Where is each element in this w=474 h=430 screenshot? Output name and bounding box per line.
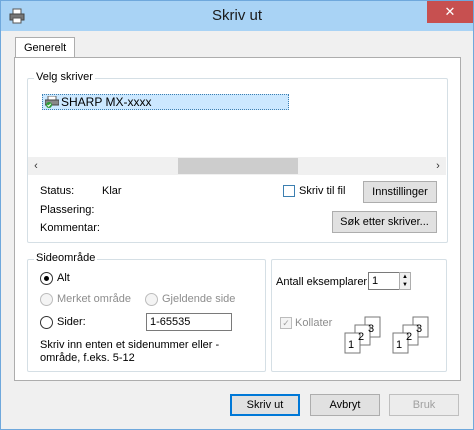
status-value: Klar	[102, 185, 122, 197]
title-bar[interactable]: Skriv ut ✕	[1, 1, 473, 31]
collate-number: 2	[406, 331, 412, 343]
find-printer-button[interactable]: Søk etter skriver...	[332, 211, 437, 233]
collate-number: 2	[358, 331, 364, 343]
scroll-right-button[interactable]: ›	[430, 158, 446, 174]
page-range-legend: Sideområde	[34, 252, 98, 264]
spin-down-icon[interactable]: ▼	[400, 281, 410, 289]
printer-icon	[45, 96, 59, 108]
pages-radio[interactable]	[40, 316, 53, 329]
all-pages-radio[interactable]	[40, 272, 53, 285]
spin-up-icon[interactable]: ▲	[400, 273, 410, 281]
print-to-file-label[interactable]: Skriv til fil	[299, 185, 345, 197]
window-title: Skriv ut	[211, 7, 262, 24]
page-range-hint: Skriv inn enten et sidenummer eller -omr…	[40, 339, 220, 364]
print-to-file-checkbox[interactable]	[283, 185, 295, 197]
location-label: Plassering:	[40, 204, 95, 216]
collate-number: 3	[416, 323, 422, 335]
current-page-radio	[145, 293, 158, 306]
apply-button: Bruk	[389, 394, 459, 416]
pages-label[interactable]: Sider:	[57, 316, 86, 328]
printer-list-scrollbar[interactable]: ‹ ›	[28, 157, 446, 175]
collate-checkbox: ✓	[280, 317, 292, 329]
scroll-thumb[interactable]	[178, 158, 298, 174]
pages-input[interactable]: 1-65535	[146, 313, 232, 331]
current-page-label: Gjeldende side	[162, 293, 236, 305]
collate-number: 1	[348, 339, 354, 351]
scroll-left-button[interactable]: ‹	[28, 158, 44, 174]
select-printer-legend: Velg skriver	[34, 71, 95, 83]
printer-item-sharp[interactable]: SHARP MX-xxxx	[42, 94, 289, 110]
print-button[interactable]: Skriv ut	[230, 394, 300, 416]
copies-spinner[interactable]: ▲ ▼	[399, 272, 411, 290]
comment-label: Kommentar:	[40, 222, 100, 234]
collate-number: 3	[368, 323, 374, 335]
printer-name: SHARP MX-xxxx	[61, 95, 152, 109]
collate-illustration-icon: 1 2 3 1 2 3	[344, 316, 429, 354]
copies-input[interactable]: 1	[368, 272, 400, 290]
status-label: Status:	[40, 185, 75, 197]
close-button[interactable]: ✕	[427, 1, 473, 23]
tab-general[interactable]: Generelt	[15, 37, 75, 57]
collate-label: Kollater	[295, 317, 333, 329]
cancel-button[interactable]: Avbryt	[310, 394, 380, 416]
printer-list[interactable]: SHARP MX-xxxx ‹ ›	[28, 93, 446, 181]
print-dialog: Skriv ut ✕ Generelt Velg skriver SHARP M…	[0, 0, 474, 430]
collate-number: 1	[396, 339, 402, 351]
preferences-button[interactable]: Innstillinger	[363, 181, 437, 203]
selection-radio	[40, 293, 53, 306]
selection-label: Merket område	[57, 293, 131, 305]
all-pages-label[interactable]: Alt	[57, 272, 70, 284]
copies-label: Antall eksemplarer:	[276, 276, 371, 288]
